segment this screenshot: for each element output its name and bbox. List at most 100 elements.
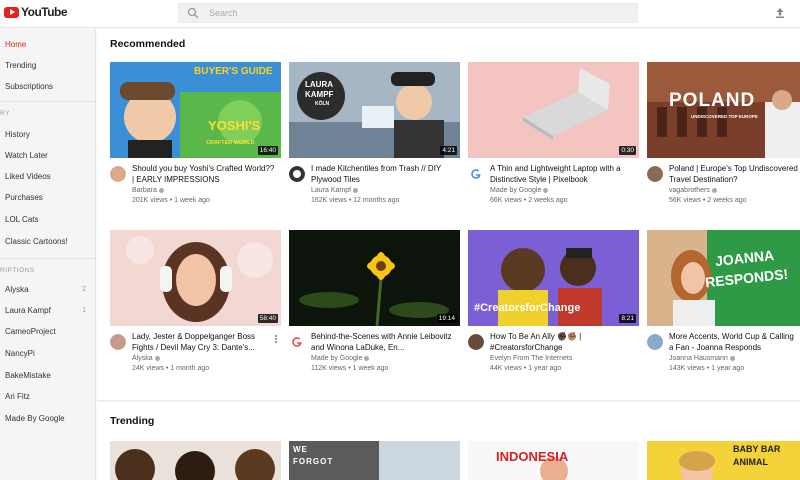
video-duration: 58:40 (257, 314, 278, 323)
channel-avatar[interactable] (110, 334, 126, 350)
sidebar-item-alyska[interactable]: Alyska 2 (0, 280, 96, 300)
verified-icon (729, 355, 735, 361)
sidebar-item-label: Watch Later (5, 151, 48, 160)
google-avatar-icon[interactable] (289, 334, 305, 350)
video-thumbnail[interactable]: 0:30 (468, 62, 639, 158)
sidebar-item-label: Ari Fitz (5, 392, 30, 401)
sidebar-item-label: Made By Google (5, 414, 65, 423)
sidebar-item-classic-cartoons[interactable]: Classic Cartoons! (0, 232, 96, 252)
sidebar-item-label: Laura Kampf (5, 306, 51, 315)
sidebar-item-trending[interactable]: Trending (0, 56, 96, 76)
video-thumbnail[interactable]: WE FORGOT (289, 441, 460, 480)
video-title[interactable]: Behind-the-Scenes with Annie Leibovitz a… (311, 332, 456, 353)
video-thumbnail[interactable]: 58:40 (110, 230, 281, 326)
sidebar-heading-library: RY (0, 110, 10, 117)
thumbnail-text: KÖLN (315, 101, 330, 107)
video-meta: 24K views • 1 month ago (132, 365, 210, 372)
sidebar-item-label: BakeMistake (5, 371, 51, 380)
verified-icon (543, 187, 549, 193)
sidebar-item-count: 1 (82, 307, 86, 314)
sidebar-item-watch-later[interactable]: Watch Later (0, 146, 96, 166)
upload-icon[interactable] (774, 7, 786, 19)
video-thumbnail[interactable]: POLAND UNDISCOVERED TOP EUROPE (647, 62, 800, 158)
video-duration: 16:40 (257, 146, 278, 155)
channel-name-text: Made by Google (311, 355, 363, 362)
channel-name[interactable]: Alyska (132, 355, 160, 362)
youtube-logo-icon (4, 6, 19, 18)
thumbnail-text: WE (293, 445, 308, 454)
video-thumbnail[interactable]: BUYER'S GUIDE YOSHI'S CRAFTED WORLD 16:4… (110, 62, 281, 158)
sidebar-item-laura-kampf[interactable]: Laura Kampf 1 (0, 301, 96, 321)
channel-avatar[interactable] (647, 166, 663, 182)
search-input[interactable] (209, 4, 629, 22)
channel-name[interactable]: vagabrothers (669, 187, 717, 194)
youtube-logo[interactable]: YouTube (4, 5, 68, 19)
shelf-divider (97, 400, 800, 402)
main-content: Recommended BUYER'S GUIDE YOSHI'S CRAFTE… (97, 29, 800, 480)
video-meta: 56K views • 2 weeks ago (669, 197, 747, 204)
thumbnail-text: KAMPF (305, 90, 334, 99)
video-meta: 143K views • 1 year ago (669, 365, 745, 372)
channel-avatar[interactable] (110, 166, 126, 182)
sidebar-item-lol-cats[interactable]: LOL Cats (0, 210, 96, 230)
thumbnail-text: FORGOT (293, 457, 334, 466)
sidebar-item-label: NancyPi (5, 349, 35, 358)
channel-name[interactable]: Evelyn From The Internets (490, 355, 572, 362)
channel-name[interactable]: Joanna Hausmann (669, 355, 735, 362)
video-thumbnail[interactable]: BABY BAR ANIMAL (647, 441, 800, 480)
channel-name-text: Evelyn From The Internets (490, 355, 573, 362)
thumbnail-image (110, 441, 281, 480)
thumbnail-image (468, 62, 639, 158)
video-meta: 112K views • 1 week ago (311, 365, 389, 372)
verified-icon (353, 187, 359, 193)
video-thumbnail[interactable] (110, 441, 281, 480)
video-thumbnail[interactable]: INDONESIA (468, 441, 639, 480)
guide-sidebar: Home Trending Subscriptions RY History W… (0, 29, 96, 480)
thumbnail-image (110, 230, 281, 326)
google-avatar-icon[interactable] (468, 166, 484, 182)
video-thumbnail[interactable]: #CreatorsforChange 8:21 (468, 230, 639, 326)
sidebar-item-liked-videos[interactable]: Liked Videos (0, 167, 96, 187)
sidebar-item-history[interactable]: History (0, 125, 96, 145)
channel-avatar[interactable] (468, 334, 484, 350)
video-title[interactable]: How To Be An Ally ✊🏿✊🏽 | #CreatorsforCha… (490, 332, 635, 353)
video-meta: 162K views • 12 months ago (311, 197, 400, 204)
video-thumbnail[interactable]: JOANNA RESPONDS! (647, 230, 800, 326)
channel-name[interactable]: Made by Google (311, 355, 370, 362)
video-thumbnail[interactable]: 19:14 (289, 230, 460, 326)
sidebar-item-made-by-google[interactable]: Made By Google (0, 409, 96, 429)
channel-name[interactable]: Made by Google (490, 187, 549, 194)
channel-avatar[interactable] (289, 166, 305, 182)
verified-icon (158, 187, 164, 193)
sidebar-item-nancypi[interactable]: NancyPi (0, 344, 96, 364)
channel-name[interactable]: Barbara (132, 187, 164, 194)
search-icon[interactable] (187, 7, 199, 19)
sidebar-item-home[interactable]: Home (0, 35, 96, 55)
sidebar-item-label: Liked Videos (5, 172, 51, 181)
thumbnail-text: YOSHI'S (208, 118, 261, 133)
verified-icon (364, 355, 370, 361)
sidebar-divider (0, 258, 96, 259)
video-thumbnail[interactable]: LAURA KAMPF KÖLN 4:21 (289, 62, 460, 158)
video-title[interactable]: Should you buy Yoshi's Crafted World?? |… (132, 164, 277, 185)
sidebar-item-label: Purchases (5, 193, 43, 202)
video-title[interactable]: Lady, Jester & Doppelganger Boss Fights … (132, 332, 277, 353)
channel-name[interactable]: Laura Kampf (311, 187, 359, 194)
video-title[interactable]: A Thin and Lightweight Laptop with a Dis… (490, 164, 635, 185)
sidebar-item-label: History (5, 130, 30, 139)
sidebar-item-label: Classic Cartoons! (5, 237, 68, 246)
video-duration: 0:30 (619, 146, 636, 155)
sidebar-item-ari-fitz[interactable]: Ari Fitz (0, 387, 96, 407)
sidebar-item-subscriptions[interactable]: Subscriptions (0, 77, 96, 97)
more-actions-icon[interactable] (273, 334, 279, 346)
sidebar-item-purchases[interactable]: Purchases (0, 188, 96, 208)
video-title[interactable]: More Accents, World Cup & Calling a Fan … (669, 332, 799, 353)
video-title[interactable]: Poland | Europe's Top Undiscovered Trave… (669, 164, 799, 185)
channel-name-text: Joanna Hausmann (669, 355, 728, 362)
video-title[interactable]: I made Kitchentiles from Trash // DIY Pl… (311, 164, 456, 185)
sidebar-item-bakemistake[interactable]: BakeMistake (0, 366, 96, 386)
search-box[interactable] (178, 3, 638, 23)
video-meta: 201K views • 1 week ago (132, 197, 210, 204)
sidebar-item-cameoproject[interactable]: CameoProject (0, 322, 96, 342)
channel-avatar[interactable] (647, 334, 663, 350)
